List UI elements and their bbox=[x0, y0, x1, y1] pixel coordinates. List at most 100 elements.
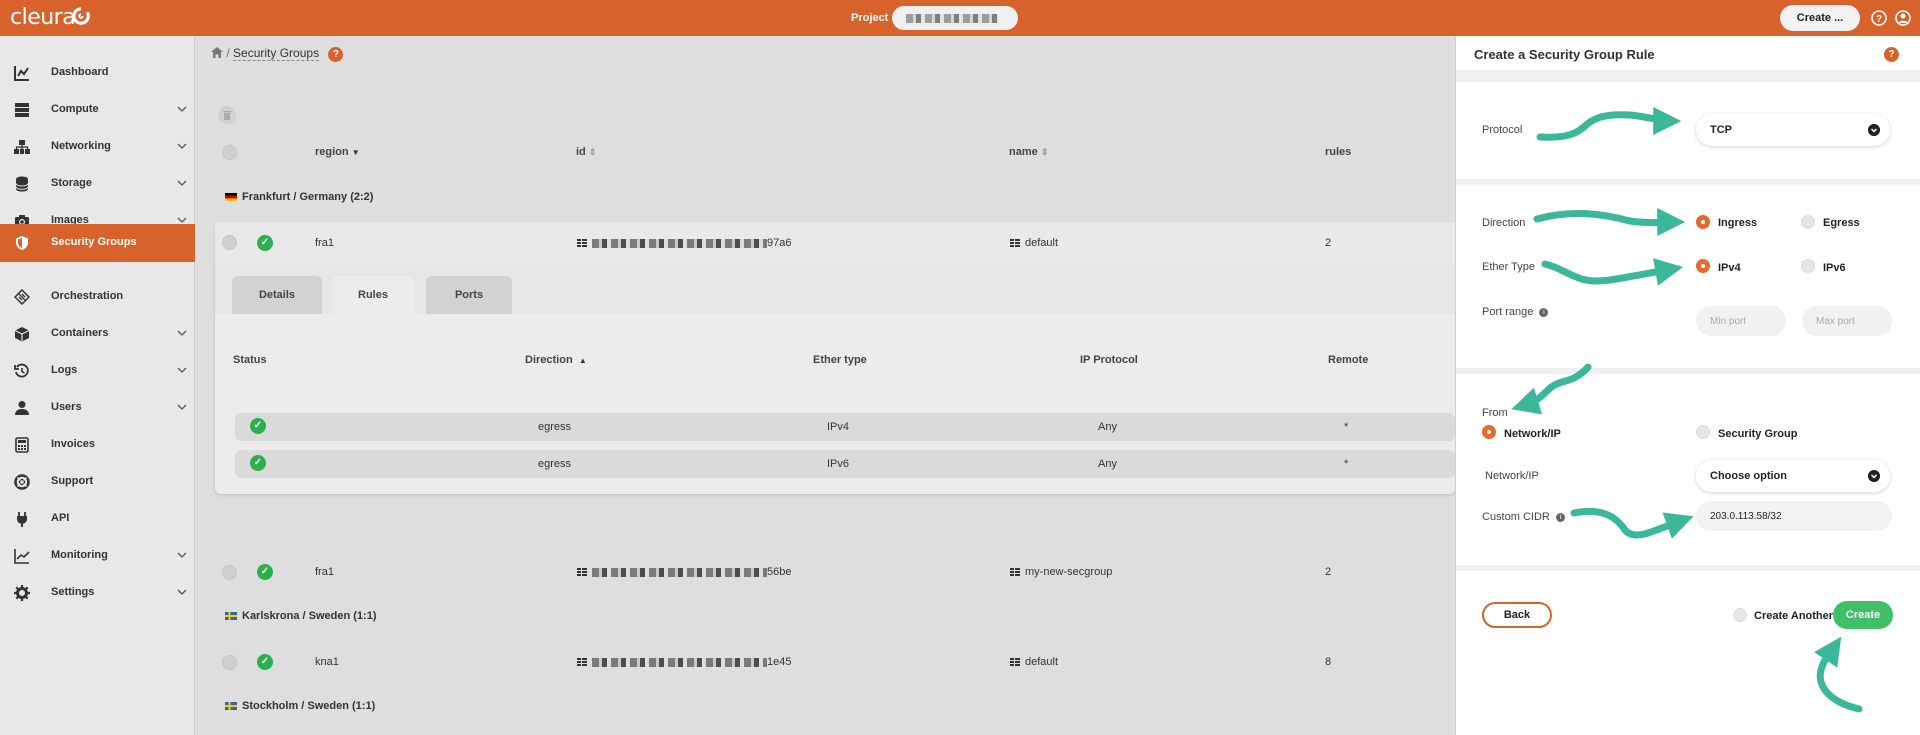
cell-name[interactable]: default bbox=[1010, 237, 1058, 249]
ingress-label[interactable]: Ingress bbox=[1718, 217, 1757, 229]
sort-icon: ⇕ bbox=[588, 147, 597, 157]
cleura-logo-icon[interactable] bbox=[72, 7, 90, 25]
sidebar-item-api[interactable]: API bbox=[0, 500, 195, 537]
from-secgroup-label[interactable]: Security Group bbox=[1718, 428, 1797, 440]
table-row[interactable] bbox=[215, 222, 1455, 264]
status-ok-icon: ✓ bbox=[250, 418, 266, 434]
column-header-region[interactable]: region ▼ bbox=[315, 146, 360, 158]
ipv6-radio[interactable] bbox=[1801, 259, 1815, 273]
help-icon[interactable]: ? bbox=[1871, 10, 1887, 26]
sidebar-item-compute[interactable]: Compute bbox=[0, 91, 195, 128]
name-text: default bbox=[1025, 237, 1059, 249]
sidebar-item-storage[interactable]: Storage bbox=[0, 165, 195, 202]
sidebar-item-monitoring[interactable]: Monitoring bbox=[0, 537, 195, 574]
name-grid-icon bbox=[1010, 657, 1020, 667]
help-icon[interactable]: ? bbox=[328, 47, 344, 62]
breadcrumb: / Security Groups ? bbox=[211, 46, 344, 62]
sidebar-item-users[interactable]: Users bbox=[0, 389, 195, 426]
custom-cidr-input[interactable] bbox=[1696, 501, 1892, 531]
sort-asc-icon: ▲ bbox=[578, 356, 587, 365]
name-text: my-new-secgroup bbox=[1025, 566, 1113, 578]
column-header-id[interactable]: id ⇕ bbox=[576, 146, 596, 158]
rules-column-remote[interactable]: Remote bbox=[1328, 354, 1368, 366]
main-content: / Security Groups ? region ▼ id ⇕ name ⇕… bbox=[195, 36, 1455, 735]
ipv6-label[interactable]: IPv6 bbox=[1823, 262, 1846, 274]
sidebar-item-orchestration[interactable]: Orchestration bbox=[0, 278, 195, 315]
direction-label: Direction bbox=[1482, 217, 1526, 229]
rules-column-status[interactable]: Status bbox=[233, 354, 267, 366]
sidebar-item-networking[interactable]: Networking bbox=[0, 128, 195, 165]
name-text: default bbox=[1025, 656, 1059, 668]
cell-region: kna1 bbox=[315, 656, 339, 668]
egress-label[interactable]: Egress bbox=[1823, 217, 1860, 229]
top-bar: cleura Project Create ... ? bbox=[0, 0, 1920, 36]
group-label: Karlskrona / Sweden (1:1) bbox=[242, 610, 377, 622]
from-network-radio[interactable] bbox=[1482, 425, 1496, 439]
divider bbox=[1456, 179, 1920, 185]
chevron-down-icon bbox=[177, 589, 187, 595]
sidebar-item-security-groups[interactable]: Security Groups bbox=[0, 224, 195, 262]
project-select[interactable] bbox=[892, 6, 1018, 30]
chevron-down-icon bbox=[177, 367, 187, 373]
sidebar-item-logs[interactable]: Logs bbox=[0, 352, 195, 389]
help-icon[interactable]: ? bbox=[1884, 47, 1899, 62]
cell-name[interactable]: default bbox=[1010, 656, 1058, 668]
min-port-input[interactable] bbox=[1696, 306, 1786, 336]
region-group-karlskrona: Karlskrona / Sweden (1:1) bbox=[225, 610, 377, 622]
chevron-down-icon bbox=[1868, 470, 1880, 482]
sidebar: Dashboard Compute Networking Storage Ima… bbox=[0, 36, 195, 735]
tab-details[interactable]: Details bbox=[232, 276, 322, 314]
info-icon[interactable]: i bbox=[1539, 307, 1549, 317]
protocol-select[interactable]: TCP bbox=[1696, 114, 1890, 146]
ipv4-radio[interactable] bbox=[1696, 259, 1710, 273]
ipv4-label[interactable]: IPv4 bbox=[1718, 262, 1741, 274]
sidebar-item-label: Users bbox=[51, 401, 82, 413]
user-account-icon[interactable] bbox=[1895, 10, 1911, 26]
column-header-rules[interactable]: rules bbox=[1325, 146, 1351, 158]
sidebar-item-support[interactable]: Support bbox=[0, 463, 195, 500]
create-button[interactable]: Create bbox=[1833, 601, 1893, 629]
create-another-label[interactable]: Create Another bbox=[1754, 610, 1833, 622]
ingress-radio[interactable] bbox=[1696, 215, 1710, 229]
sidebar-item-dashboard[interactable]: Dashboard bbox=[0, 54, 195, 91]
sidebar-item-label: Logs bbox=[51, 364, 78, 376]
sidebar-item-containers[interactable]: Containers bbox=[0, 315, 195, 352]
max-port-input[interactable] bbox=[1802, 306, 1892, 336]
cell-name[interactable]: my-new-secgroup bbox=[1010, 566, 1112, 578]
egress-radio[interactable] bbox=[1801, 215, 1815, 229]
divider bbox=[1456, 70, 1920, 82]
sidebar-item-invoices[interactable]: Invoices bbox=[0, 426, 195, 463]
chevron-down-icon bbox=[177, 404, 187, 410]
sidebar-item-settings[interactable]: Settings bbox=[0, 574, 195, 611]
redacted-id bbox=[592, 567, 767, 577]
home-icon[interactable] bbox=[211, 47, 223, 58]
rules-column-protocol[interactable]: IP Protocol bbox=[1080, 354, 1138, 366]
rules-column-direction[interactable]: Direction ▲ bbox=[525, 354, 587, 366]
sidebar-item-label: Security Groups bbox=[51, 236, 137, 248]
sidebar-item-label: Containers bbox=[51, 327, 109, 339]
rules-column-ether[interactable]: Ether type bbox=[813, 354, 867, 366]
rule-remote: * bbox=[1344, 421, 1349, 433]
cleura-logo[interactable]: cleura bbox=[10, 5, 76, 30]
from-network-label[interactable]: Network/IP bbox=[1504, 428, 1561, 440]
tab-rules[interactable]: Rules bbox=[332, 276, 414, 314]
create-menu-button[interactable]: Create ... bbox=[1780, 5, 1860, 31]
row-checkbox[interactable] bbox=[222, 655, 237, 670]
line-chart-icon bbox=[14, 549, 30, 564]
tab-ports[interactable]: Ports bbox=[426, 276, 512, 314]
info-icon[interactable]: i bbox=[1555, 512, 1565, 522]
sidebar-item-label: Networking bbox=[51, 140, 111, 152]
row-checkbox[interactable] bbox=[222, 565, 237, 580]
chevron-down-icon bbox=[177, 106, 187, 112]
sweden-flag-icon bbox=[225, 702, 237, 711]
column-header-name[interactable]: name ⇕ bbox=[1009, 146, 1048, 158]
back-button[interactable]: Back bbox=[1482, 602, 1552, 628]
delete-selected-button[interactable] bbox=[218, 106, 236, 124]
row-checkbox[interactable] bbox=[222, 235, 237, 250]
create-another-toggle[interactable] bbox=[1733, 608, 1747, 622]
table-row[interactable] bbox=[215, 551, 1455, 593]
from-secgroup-radio[interactable] bbox=[1696, 425, 1710, 439]
page-title[interactable]: Security Groups bbox=[233, 46, 320, 61]
network-ip-select[interactable]: Choose option bbox=[1696, 460, 1890, 492]
select-all-checkbox[interactable] bbox=[222, 145, 237, 160]
